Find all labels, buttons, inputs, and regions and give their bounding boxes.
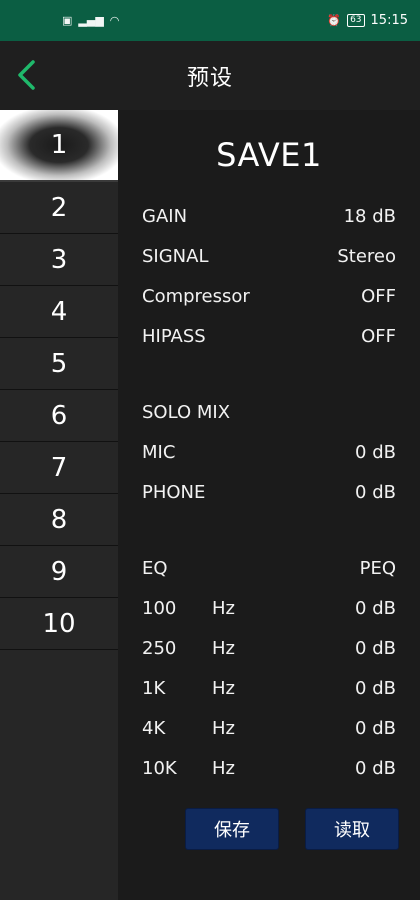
page-title: 预设 xyxy=(186,65,233,91)
eq-band-row: 100 Hz 0 dB xyxy=(142,595,396,621)
preset-slot-5[interactable]: 5 xyxy=(0,338,118,390)
gain-row: GAIN 18 dB xyxy=(142,203,396,229)
preset-detail: SAVE1 GAIN 18 dB SIGNAL Stereo Compresso… xyxy=(118,110,420,900)
battery-indicator: 63 xyxy=(347,14,365,27)
preset-slot-8[interactable]: 8 xyxy=(0,494,118,546)
eq-band-value: 0 dB xyxy=(355,637,396,659)
gain-label: GAIN xyxy=(142,205,188,227)
mic-row: MIC 0 dB xyxy=(142,439,396,465)
eq-band-unit: Hz xyxy=(212,677,235,699)
eq-band-freq: 1K xyxy=(142,677,166,699)
eq-band-unit: Hz xyxy=(212,637,235,659)
eq-band-unit: Hz xyxy=(212,757,235,779)
alarm-icon: ⏰ xyxy=(327,14,342,27)
eq-band-row: 10K Hz 0 dB xyxy=(142,755,396,781)
eq-band-unit: Hz xyxy=(212,717,235,739)
signal-label: SIGNAL xyxy=(142,245,209,267)
eq-band-row: 250 Hz 0 dB xyxy=(142,635,396,661)
phone-value: 0 dB xyxy=(355,481,396,503)
preset-slot-6[interactable]: 6 xyxy=(0,390,118,442)
eq-band-unit: Hz xyxy=(212,597,235,619)
preset-slot-3[interactable]: 3 xyxy=(0,234,118,286)
solo-mix-row: SOLO MIX xyxy=(142,399,396,425)
mic-value: 0 dB xyxy=(355,441,396,463)
phone-row: PHONE 0 dB xyxy=(142,479,396,505)
eq-band-row: 1K Hz 0 dB xyxy=(142,675,396,701)
hipass-row: HIPASS OFF xyxy=(142,323,396,349)
eq-label: EQ xyxy=(142,557,168,579)
preset-slot-2[interactable]: 2 xyxy=(0,182,118,234)
preset-slot-1[interactable]: 1 xyxy=(0,110,118,182)
app-header: 预设 xyxy=(0,41,420,110)
signal-value: Stereo xyxy=(337,245,396,267)
preset-slot-9[interactable]: 9 xyxy=(0,546,118,598)
preset-slot-7[interactable]: 7 xyxy=(0,442,118,494)
sim-icon: ▣ xyxy=(62,14,73,27)
eq-band-freq: 4K xyxy=(142,717,166,739)
eq-band-row: 4K Hz 0 dB xyxy=(142,715,396,741)
solo-mix-label: SOLO MIX xyxy=(142,401,231,423)
hipass-label: HIPASS xyxy=(142,325,206,347)
compressor-label: Compressor xyxy=(142,285,250,307)
preset-list: 1 2 3 4 5 6 7 8 9 10 xyxy=(0,110,118,900)
preset-name: SAVE1 xyxy=(216,136,322,174)
eq-band-value: 0 dB xyxy=(355,717,396,739)
phone-label: PHONE xyxy=(142,481,206,503)
save-button[interactable]: 保存 xyxy=(185,808,279,850)
mic-label: MIC xyxy=(142,441,176,463)
compressor-value: OFF xyxy=(361,285,396,307)
clock: 15:15 xyxy=(370,13,408,28)
preset-slot-10[interactable]: 10 xyxy=(0,598,118,650)
eq-band-freq: 100 xyxy=(142,597,177,619)
status-bar: ▣ ▂▄▆ ◠ ⏰ 63 15:15 xyxy=(0,0,420,41)
signal-icon: ▂▄▆ xyxy=(78,14,104,27)
eq-band-freq: 10K xyxy=(142,757,177,779)
preset-slot-4[interactable]: 4 xyxy=(0,286,118,338)
wifi-icon: ◠ xyxy=(109,14,120,27)
eq-value: PEQ xyxy=(359,557,396,579)
gain-value: 18 dB xyxy=(343,205,396,227)
load-button[interactable]: 读取 xyxy=(305,808,399,850)
hipass-value: OFF xyxy=(361,325,396,347)
eq-row: EQ PEQ xyxy=(142,555,396,581)
signal-row: SIGNAL Stereo xyxy=(142,243,396,269)
eq-band-value: 0 dB xyxy=(355,597,396,619)
eq-band-value: 0 dB xyxy=(355,757,396,779)
eq-band-value: 0 dB xyxy=(355,677,396,699)
eq-band-freq: 250 xyxy=(142,637,177,659)
compressor-row: Compressor OFF xyxy=(142,283,396,309)
